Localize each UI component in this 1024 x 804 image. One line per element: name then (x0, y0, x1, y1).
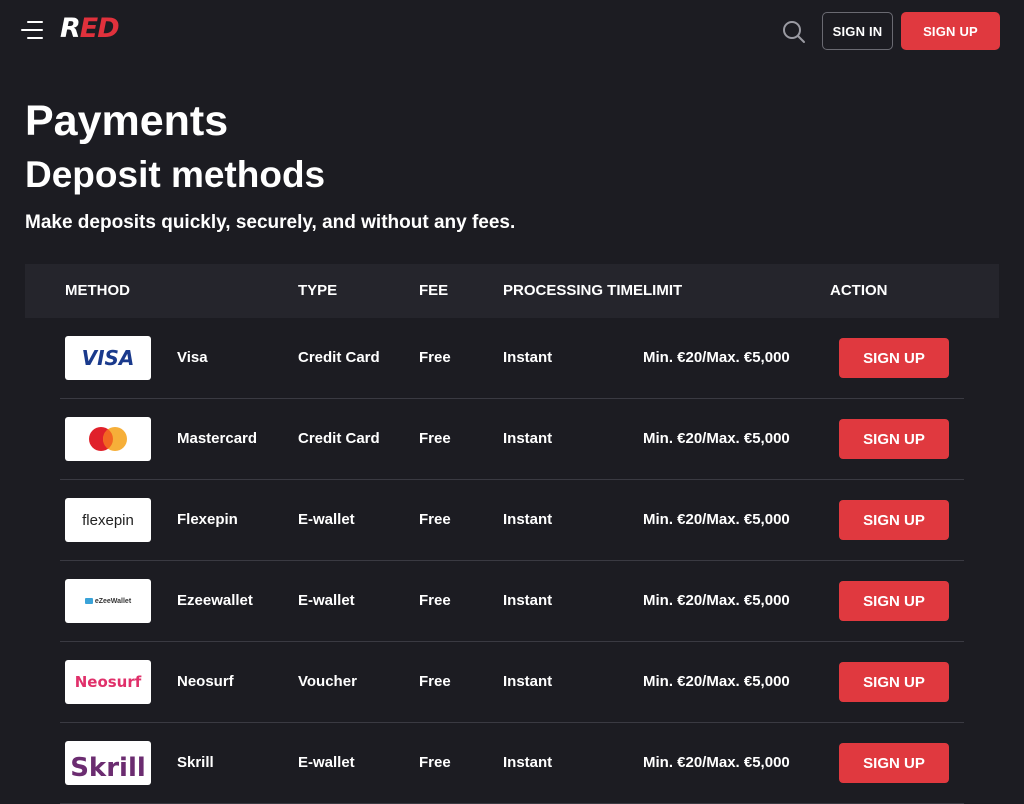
method-limit: Min. €20/Max. €5,000 (643, 349, 790, 366)
method-name: Visa (177, 349, 208, 366)
method-limit: Min. €20/Max. €5,000 (643, 430, 790, 447)
sign-up-button-skrill[interactable]: SIGN UP (839, 743, 949, 783)
method-fee: Free (419, 349, 451, 366)
method-processing-time: Instant (503, 511, 553, 528)
skrill-logo: Skrill (65, 741, 151, 785)
top-bar: RED SIGN IN SIGN UP (0, 0, 1024, 62)
table-row: Mastercard Credit Card Free Instant Min.… (60, 399, 964, 480)
method-name: Flexepin (177, 511, 238, 528)
column-header-method: METHOD (65, 282, 130, 299)
page-subtitle: Make deposits quickly, securely, and wit… (25, 212, 516, 233)
neosurf-logo-text: Neosurf (74, 673, 142, 691)
table-row: flexepin Flexepin E-wallet Free Instant … (60, 480, 964, 561)
sign-up-button[interactable]: SIGN UP (901, 12, 1000, 50)
method-type: Voucher (298, 673, 357, 690)
column-header-fee: FEE (419, 282, 449, 299)
method-limit: Min. €20/Max. €5,000 (643, 754, 790, 771)
method-type: E-wallet (298, 592, 355, 609)
method-limit: Min. €20/Max. €5,000 (643, 592, 790, 609)
column-header-type: TYPE (298, 282, 338, 299)
method-processing-time: Instant (503, 673, 553, 690)
column-header-limit: LIMIT (643, 282, 683, 299)
ezeewallet-logo-text: eZeeWallet (94, 597, 132, 605)
method-processing-time: Instant (503, 754, 553, 771)
sign-in-button[interactable]: SIGN IN (822, 12, 893, 50)
method-name: Mastercard (177, 430, 258, 447)
table-row: eZeeWallet Ezeewallet E-wallet Free Inst… (60, 561, 964, 642)
method-processing-time: Instant (503, 349, 553, 366)
table-row: VISA Visa Credit Card Free Instant Min. … (60, 318, 964, 399)
method-limit: Min. €20/Max. €5,000 (643, 673, 790, 690)
method-fee: Free (419, 673, 451, 690)
table-row: Neosurf Neosurf Voucher Free Instant Min… (60, 642, 964, 723)
page-title: Payments (25, 97, 229, 145)
flexepin-logo-text: flexepin (82, 511, 134, 529)
visa-logo-text: VISA (81, 346, 135, 370)
sign-up-button-visa[interactable]: SIGN UP (839, 338, 949, 378)
sign-up-button-neosurf[interactable]: SIGN UP (839, 662, 949, 702)
method-name: Ezeewallet (177, 592, 253, 609)
method-fee: Free (419, 592, 451, 609)
logo-letters-ed: ED (79, 13, 120, 44)
column-header-action: ACTION (830, 282, 888, 299)
column-header-processing-time: PROCESSING TIME (503, 282, 644, 299)
method-name: Skrill (177, 754, 214, 771)
method-type: Credit Card (298, 430, 380, 447)
wallet-icon (84, 598, 93, 604)
sign-up-button-flexepin[interactable]: SIGN UP (839, 500, 949, 540)
neosurf-logo: Neosurf (65, 660, 151, 704)
mastercard-circles-icon (89, 427, 127, 451)
method-name: Neosurf (177, 673, 234, 690)
method-fee: Free (419, 754, 451, 771)
method-processing-time: Instant (503, 592, 553, 609)
table-row: Skrill Skrill E-wallet Free Instant Min.… (60, 723, 964, 804)
visa-logo: VISA (65, 336, 151, 380)
method-processing-time: Instant (503, 430, 553, 447)
method-fee: Free (419, 430, 451, 447)
method-type: E-wallet (298, 754, 355, 771)
ezeewallet-logo: eZeeWallet (65, 579, 151, 623)
mastercard-logo (65, 417, 151, 461)
brand-logo[interactable]: RED (60, 12, 120, 46)
skrill-logo-text: Skrill (70, 753, 146, 783)
method-type: E-wallet (298, 511, 355, 528)
sign-up-button-ezeewallet[interactable]: SIGN UP (839, 581, 949, 621)
method-type: Credit Card (298, 349, 380, 366)
search-icon[interactable] (781, 19, 807, 45)
logo-letter-r: R (60, 13, 81, 44)
flexepin-logo: flexepin (65, 498, 151, 542)
sign-up-button-mastercard[interactable]: SIGN UP (839, 419, 949, 459)
menu-icon[interactable] (19, 19, 43, 41)
method-fee: Free (419, 511, 451, 528)
section-title: Deposit methods (25, 154, 326, 195)
table-header: METHOD TYPE FEE PROCESSING TIME LIMIT AC… (25, 264, 999, 318)
method-limit: Min. €20/Max. €5,000 (643, 511, 790, 528)
